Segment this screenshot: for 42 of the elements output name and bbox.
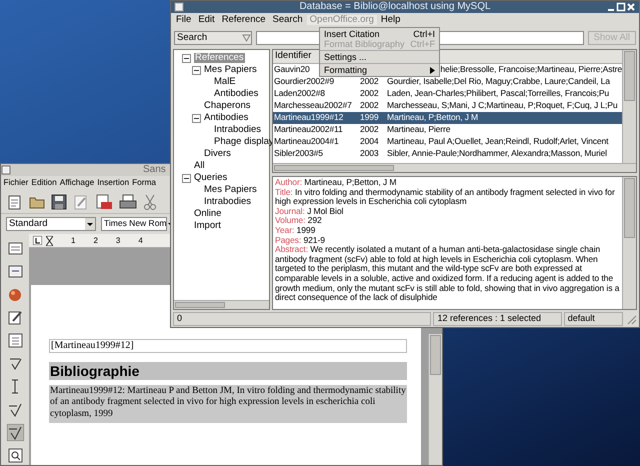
detail-field: Volume: 292 <box>275 216 620 226</box>
table-cell-text: Martineau1999#12 <box>273 113 344 123</box>
window-title: Sans <box>143 164 166 176</box>
ruler-number: 3 <box>116 236 120 246</box>
detail-field: Title: In vitro folding and thermodynamic stability of an antibody fragment selected in vivo for high expression levels in Escherichia coli cytoplasm <box>275 188 620 207</box>
status-text: 12 references : 1 selected <box>433 312 562 326</box>
bibliography-heading: Bibliographie <box>49 362 407 380</box>
table-cell-text: Martineau, P;Betton, J M <box>387 113 479 123</box>
table-cell-text: Sibler, Annie-Paule;Nordhammer, Alexandra;Masson, Muriel <box>387 149 608 159</box>
status-text: 0 <box>173 312 432 326</box>
table-cell-text: Laden2002#8 <box>273 89 326 99</box>
bibliography-entry: Martineau1999#12: Martineau P and Betton JM, In vitro folding and thermodynamic stability of an antibody fragment selected in vivo for high expression levels in escherichia coli cytoplasm, 1999 <box>49 384 407 424</box>
detail-field: Author: Martineau, P;Betton, J M <box>275 178 620 188</box>
table-cell-text: Martineau, Paul A;Ouellet, Jean;Reindl, Rudolf;Arlet, Vincent <box>387 137 610 147</box>
table-cell-text: 2002 <box>360 77 380 87</box>
ruler-number: 4 <box>138 236 143 246</box>
table-cell-text: Marchesseau, S;Mani, J C;Martineau, P;Roquet, F;Cuq, J L;Pu <box>387 101 618 111</box>
table-cell: Gauvin20 <box>273 65 310 75</box>
detail-field: Year: 1999 <box>275 226 620 236</box>
table-cell-text: Martineau2004#1 <box>273 137 340 147</box>
detail-field: Journal: J Mol Biol <box>275 206 620 216</box>
citation-field: [Martineau1999#12] <box>49 339 407 352</box>
table-cell-text: Marchesseau2002#7 <box>273 101 353 111</box>
table-cell-text: 2003 <box>360 149 380 159</box>
table-cell-text: 2002 <box>360 125 380 135</box>
table-cell: helie;Bressolle, Francoise;Martineau, Pierre;Astre <box>440 65 622 75</box>
table-cell-text: Gourdier2002#9 <box>273 77 336 87</box>
table-cell-text: 2002 <box>360 89 380 99</box>
table-cell-text: 1999 <box>360 113 380 123</box>
table-cell-text: Gourdier, Isabelle;Del Rio, Maguy;Crabbe, Laure;Candeil, La <box>387 77 611 87</box>
table-cell-text: Martineau2002#11 <box>273 125 344 135</box>
table-cell-text: 2002 <box>360 101 380 111</box>
status-text: default <box>564 312 623 326</box>
ruler-number: 1 <box>71 236 76 246</box>
detail-field: Abstract: We recently isolated a mutant of a human anti-beta-galactosidase single chain antibody fragment (scFv) able to fold at high levels in Escherichia coli cytoplasm. When targeted to the periplasm, this mutant and the wild-type scFv are both expressed at comparable levels in a soluble, active and oxidized form. If a reducing agent is added to the growth medium, only the mutant scFv is still able to fold, showing that in vivo aggregation is a direct consequence of the lack of disulphide <box>275 245 620 303</box>
table-cell-text: Sibler2003#5 <box>273 149 324 159</box>
window-title: Database = Biblio@localhost using MySQL <box>299 1 491 13</box>
ruler-number: 2 <box>93 236 98 246</box>
table-cell-text: 2004 <box>360 137 380 147</box>
detail-field: Pages: 921-9 <box>275 236 620 246</box>
table-cell-text: Laden, Jean-Charles;Philibert, Pascal;Torreilles, Francois;Pu <box>387 89 610 99</box>
table-cell-text: Martineau, Pierre <box>387 125 452 135</box>
